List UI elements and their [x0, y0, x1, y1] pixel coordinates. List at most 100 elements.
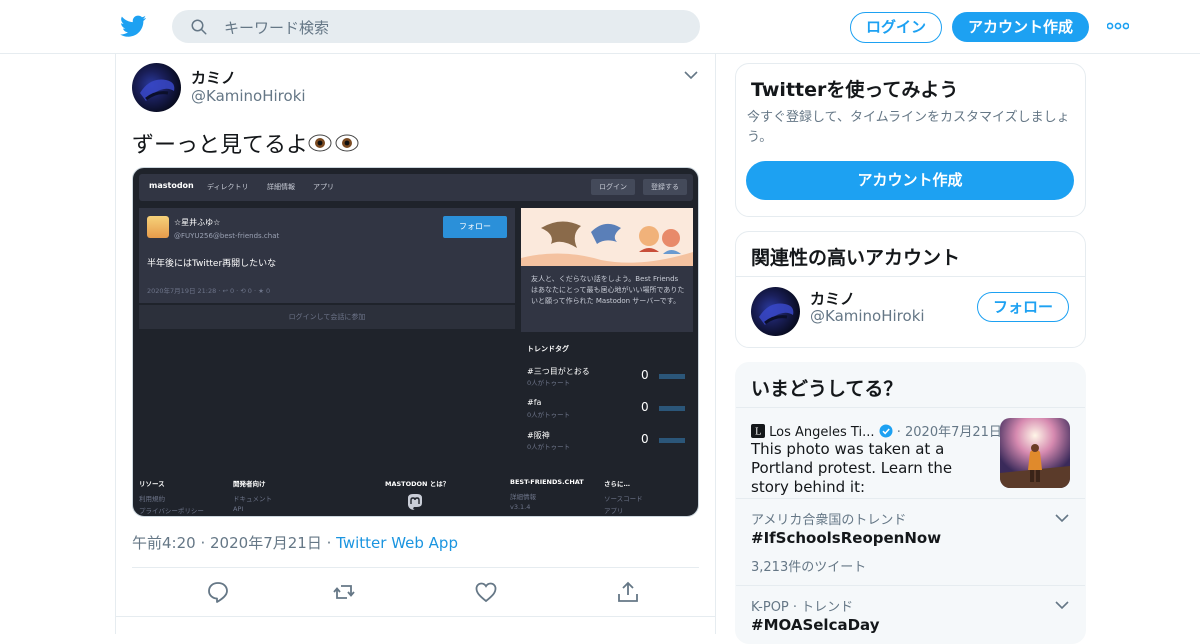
los-angeles-times-logo-icon: L	[751, 424, 765, 438]
tweet-media-image[interactable]: mastodon ディレクトリ 詳細情報 アプリ ログイン 登録する ☆星井ふゆ…	[132, 167, 699, 517]
mastodon-footer-link: 詳細情報	[510, 493, 536, 501]
trend-context: K-POP · トレンド	[751, 600, 854, 615]
trend-name[interactable]: #IfSchoolsReopenNow	[751, 529, 941, 547]
related-accounts-title: 関連性の高いアカウント	[751, 247, 961, 269]
verified-badge-icon	[879, 424, 893, 438]
retweet-icon[interactable]	[332, 580, 356, 604]
mastodon-footer-link: API	[233, 505, 244, 513]
mastodon-status-handle: @FUYU256@best-friends.chat	[174, 232, 280, 240]
share-icon[interactable]	[616, 580, 640, 604]
mastodon-trend-count: 0人がトゥート	[527, 411, 571, 419]
mastodon-status-text: 半年後にはTwitter再開したいな	[147, 259, 277, 269]
mastodon-footer-link: アプリ	[604, 507, 624, 515]
tweet-actions	[132, 580, 699, 606]
related-account-handle[interactable]: @KaminoHiroki	[810, 307, 925, 325]
mastodon-status-meta: 2020年7月19日 21:28 · ↩ 0 · ⟲ 0 · ★ 0	[147, 287, 271, 295]
mastodon-footer-link: プライバシーポリシー	[139, 507, 204, 515]
mastodon-footer-col: リソース 利用規約 プライバシーポリシー	[139, 478, 204, 515]
search-input[interactable]	[222, 10, 686, 45]
mastodon-footer-heading: リソース	[139, 480, 165, 488]
chevron-down-icon[interactable]	[1055, 600, 1069, 610]
mastodon-nav-item: ディレクトリ	[207, 183, 249, 191]
trend-name[interactable]: #MOASelcaDay	[751, 616, 879, 634]
avatar-art	[759, 303, 794, 325]
signup-card-title: Twitterを使ってみよう	[751, 79, 959, 101]
chevron-down-icon[interactable]	[684, 70, 698, 80]
whats-happening-card: いまどうしてる？ L Los Angeles Ti... · 2020年7月21…	[735, 362, 1086, 644]
signup-card-description: 今すぐ登録して、タイムラインをカスタマイズしましょう。	[747, 110, 1070, 145]
divider	[736, 498, 1085, 499]
mastodon-footer-link: 利用規約	[139, 495, 165, 503]
mastodon-footer-link: ソースコード	[604, 495, 643, 503]
mastodon-footer-col: BEST-FRIENDS.CHAT 詳細情報 v3.1.4	[510, 478, 584, 511]
mastodon-trend-item: #阪神 0人がトゥート 0	[527, 430, 693, 458]
mastodon-login-button: ログイン	[591, 179, 635, 195]
signup-card: Twitterを使ってみよう 今すぐ登録して、タイムラインをカスタマイズしましょ…	[735, 63, 1086, 217]
mastodon-trend-sparkline	[659, 374, 685, 379]
tweet-date[interactable]: 2020年7月21日	[210, 534, 322, 552]
twitter-bird-icon[interactable]	[120, 13, 147, 39]
meta-separator: ·	[200, 534, 211, 552]
author-avatar[interactable]	[132, 63, 181, 112]
signup-card-button[interactable]: アカウント作成	[746, 161, 1074, 200]
mastodon-trend-item: #fa 0人がトゥート 0	[527, 398, 693, 426]
top-navigation-bar: ログイン アカウント作成	[0, 0, 1200, 54]
chevron-down-icon[interactable]	[1055, 513, 1069, 523]
mastodon-avatar	[147, 216, 169, 238]
mastodon-footer-heading: BEST-FRIENDS.CHAT	[510, 478, 584, 486]
related-account-avatar[interactable]	[751, 287, 800, 336]
mastodon-trend-heading: トレンドタグ	[527, 345, 569, 353]
mastodon-trend-item: #三つ目がとおる 0人がトゥート 0	[527, 366, 693, 394]
news-headline[interactable]: This photo was taken at a Portland prote…	[751, 440, 991, 497]
meta-separator: ·	[896, 425, 906, 440]
mastodon-trend-sparkline	[659, 438, 685, 443]
search-box[interactable]	[172, 10, 700, 45]
trend-tweet-count: 3,213件のツイート	[751, 560, 867, 575]
mastodon-trend-tag: #阪神	[527, 431, 550, 440]
login-button[interactable]: ログイン	[850, 12, 942, 43]
svg-text:L: L	[755, 428, 761, 438]
mastodon-trend-sparkline	[659, 406, 685, 411]
related-account-name[interactable]: カミノ	[810, 288, 855, 309]
mastodon-status: ☆星井ふゆ☆ @FUYU256@best-friends.chat フォロー 半…	[139, 208, 515, 303]
mastodon-footer-heading: MASTODON とは？	[385, 480, 450, 488]
mastodon-header: mastodon ディレクトリ 詳細情報 アプリ ログイン 登録する	[139, 174, 693, 201]
more-dots-icon[interactable]	[1107, 21, 1129, 31]
mastodon-trend-tag: #三つ目がとおる	[527, 367, 590, 376]
mastodon-logo: mastodon	[149, 181, 194, 190]
mastodon-footer-col: さらに… ソースコード アプリ	[604, 478, 643, 515]
tweet-detail: カミノ @KaminoHiroki ずーっと見てるよ mastodon ディレク…	[115, 54, 716, 634]
mastodon-server-card: 友人と、くだらない話をしよう。Best Friends はあなたにとって最も居心…	[521, 208, 693, 332]
mastodon-nav-item: 詳細情報	[267, 183, 295, 191]
mastodon-footer-link: ドキュメント	[233, 495, 272, 503]
mastodon-trend-count: 0人がトゥート	[527, 379, 571, 387]
divider	[132, 567, 699, 568]
mastodon-trend-tag: #fa	[527, 398, 542, 407]
tweet-source-link[interactable]: Twitter Web App	[336, 534, 458, 552]
news-source[interactable]: L Los Angeles Ti... · 2020年7月21日	[751, 421, 1002, 440]
author-name[interactable]: カミノ	[191, 67, 236, 88]
mastodon-footer-heading: さらに…	[604, 480, 630, 488]
like-icon[interactable]	[474, 580, 498, 604]
tweet-time[interactable]: 午前4:20	[132, 534, 196, 552]
divider	[736, 276, 1085, 277]
mastodon-footer-link: v3.1.4	[510, 503, 531, 511]
signup-button[interactable]: アカウント作成	[952, 12, 1089, 42]
eyes-emoji-icon	[308, 134, 359, 152]
mastodon-follow-button: フォロー	[443, 216, 507, 238]
mastodon-logo-icon	[408, 494, 422, 510]
tweet-text-content: ずーっと見てるよ	[132, 133, 309, 158]
mastodon-trend-value: 0	[641, 400, 649, 414]
mastodon-trend-count: 0人がトゥート	[527, 443, 571, 451]
divider	[736, 585, 1085, 586]
news-date: 2020年7月21日	[905, 425, 1002, 440]
tweet-text: ずーっと見てるよ	[132, 127, 360, 159]
mastodon-footer: リソース 利用規約 プライバシーポリシー 開発者向け ドキュメント API MA…	[139, 478, 693, 515]
mastodon-trend-value: 0	[641, 368, 649, 382]
author-handle[interactable]: @KaminoHiroki	[191, 87, 306, 105]
mastodon-server-banner	[521, 208, 693, 266]
mastodon-footer-col: 開発者向け ドキュメント API	[233, 478, 272, 513]
news-thumbnail[interactable]	[1000, 418, 1070, 488]
reply-icon[interactable]	[206, 580, 230, 604]
follow-button[interactable]: フォロー	[977, 292, 1069, 322]
